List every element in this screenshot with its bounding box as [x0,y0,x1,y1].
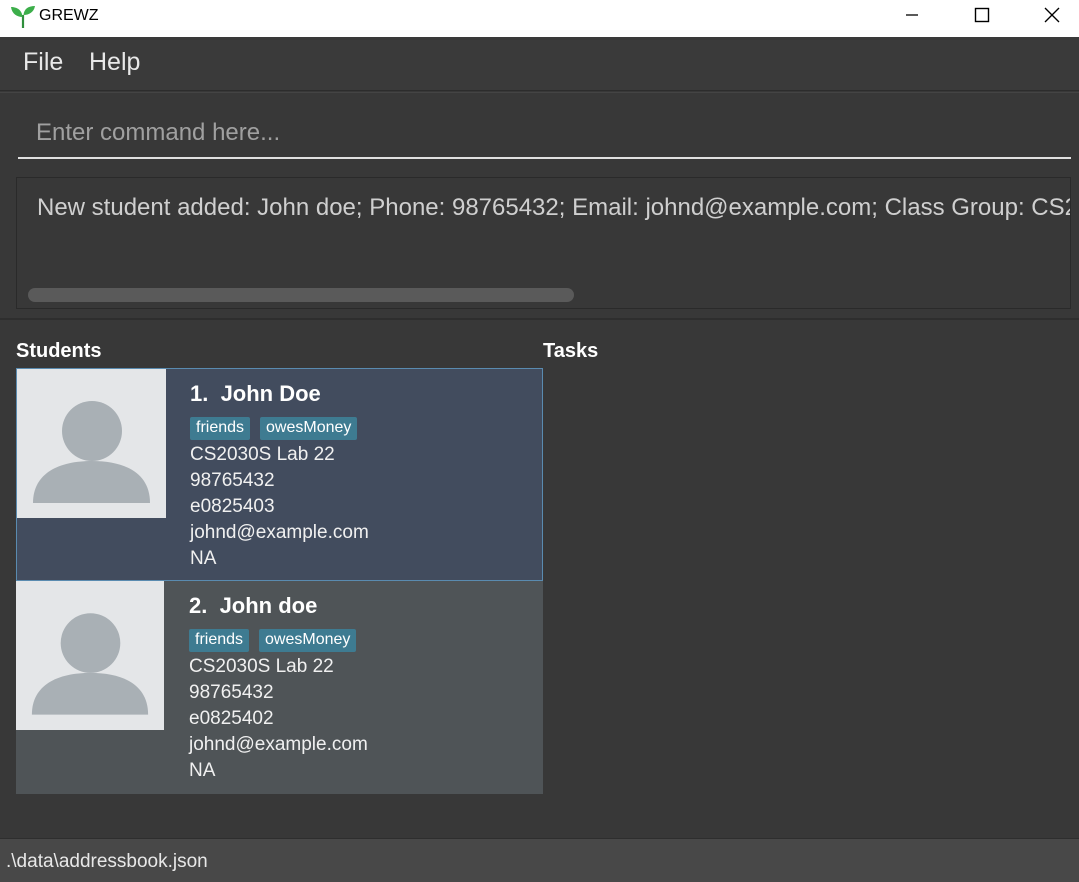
student-name: 1. John Doe [190,381,321,406]
horizontal-scrollbar[interactable] [28,288,574,302]
avatar [16,581,164,730]
minimize-icon [906,14,918,16]
status-bar: .\data\addressbook.json [0,838,1079,882]
sprout-icon [11,6,35,29]
command-box [0,92,1079,170]
student-name: 2. John doe [189,593,318,618]
title-bar: GREWZ [0,0,1079,37]
tag-owes-money: owesMoney [259,629,357,652]
person-icon [33,401,150,503]
class-group: CS2030S Lab 22 [189,656,334,677]
student-details: 2. John doe friends owesMoney CS2030S La… [189,593,368,784]
close-icon [1044,7,1060,23]
menu-help[interactable]: Help [89,48,140,77]
student-id: e0825403 [190,496,275,517]
section-divider [0,318,1079,320]
tag-friends: friends [190,417,251,440]
result-message: New student added: John doe; Phone: 9876… [37,194,1070,221]
student-card[interactable]: 2. John doe friends owesMoney CS2030S La… [16,581,543,794]
close-button[interactable] [1017,0,1079,30]
comment: NA [190,548,217,569]
student-details: 1. John Doe friends owesMoney CS2030S La… [190,381,369,572]
tag-list: friends owesMoney [189,629,368,652]
class-group: CS2030S Lab 22 [190,444,335,465]
app-title: GREWZ [39,7,99,24]
tag-owes-money: owesMoney [260,417,358,440]
phone: 98765432 [189,682,274,703]
person-icon [31,613,149,715]
student-id: e0825402 [189,708,274,729]
minimize-button[interactable] [877,0,947,30]
maximize-button[interactable] [947,0,1017,30]
menu-bar: File Help [0,37,1079,91]
maximize-icon [974,7,990,23]
email: johnd@example.com [189,734,368,755]
comment: NA [189,760,216,781]
tag-list: friends owesMoney [190,417,369,440]
students-panel-title: Students [16,340,102,362]
tag-friends: friends [189,629,250,652]
avatar [17,369,166,518]
save-location: .\data\addressbook.json [6,851,208,872]
menu-file[interactable]: File [23,48,63,77]
email: johnd@example.com [190,522,369,543]
student-card[interactable]: 1. John Doe friends owesMoney CS2030S La… [16,368,543,581]
result-display: New student added: John doe; Phone: 9876… [16,177,1071,309]
command-input[interactable] [18,109,1071,159]
phone: 98765432 [190,470,275,491]
tasks-panel-title: Tasks [543,340,599,362]
